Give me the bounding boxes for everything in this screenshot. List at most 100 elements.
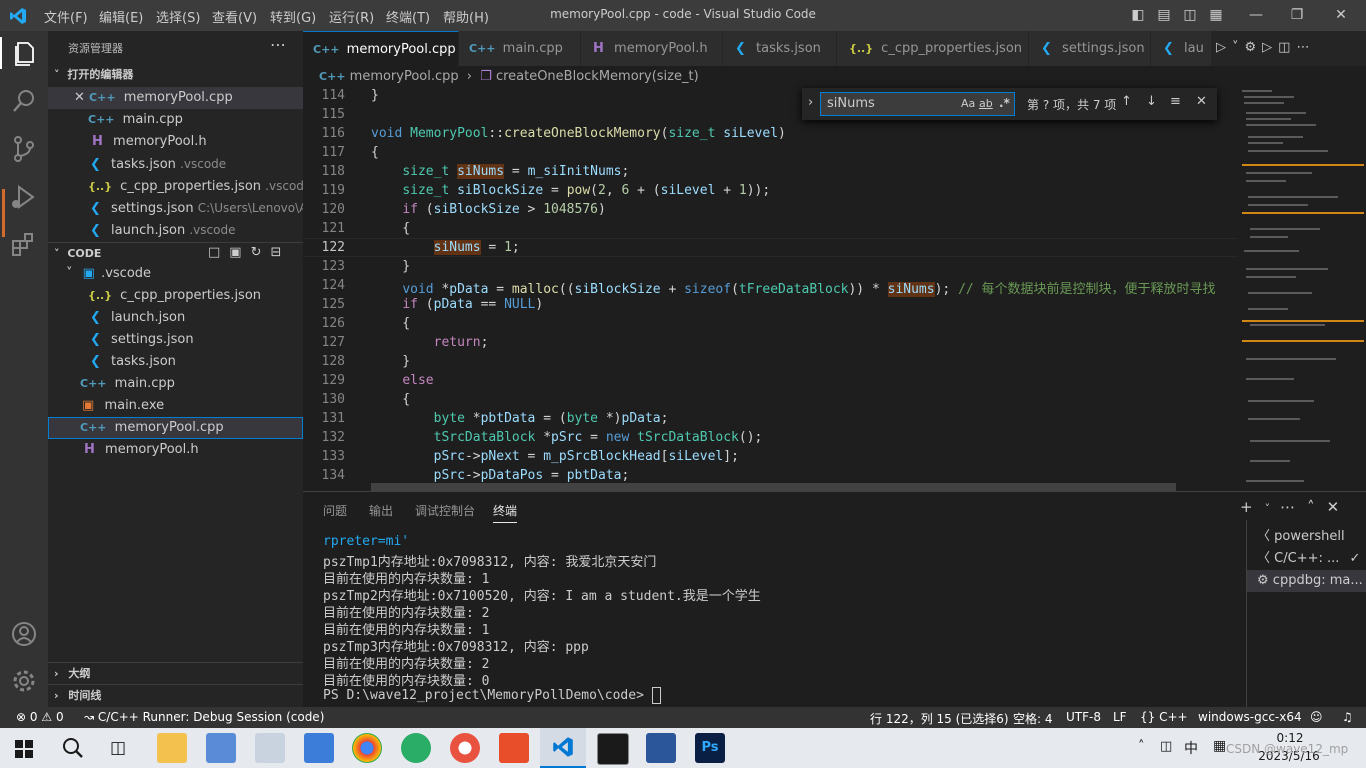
match-case-icon[interactable]: Aa: [961, 97, 975, 110]
close-find-icon[interactable]: ✕: [1196, 94, 1207, 109]
run-debug-icon[interactable]: [8, 181, 40, 213]
use-regex-icon[interactable]: .*: [999, 96, 1010, 110]
menu-go[interactable]: 转到(G): [270, 7, 316, 26]
toggle-secondary-sidebar-icon[interactable]: ◫: [1179, 4, 1201, 26]
tab-memorypool-cpp[interactable]: C++ memoryPool.cpp ✕: [303, 31, 459, 67]
menu-help[interactable]: 帮助(H): [443, 7, 489, 26]
feedback-icon[interactable]: ☺: [1310, 710, 1323, 724]
app-icon[interactable]: [450, 733, 480, 763]
keyboard-icon[interactable]: ▦: [1213, 738, 1226, 754]
new-file-icon[interactable]: □: [208, 245, 229, 260]
breadcrumb-file[interactable]: memoryPool.cpp: [350, 69, 459, 84]
close-panel-icon[interactable]: ✕: [1327, 498, 1352, 516]
timeline-section[interactable]: › 时间线: [48, 684, 303, 707]
search-icon[interactable]: [62, 737, 84, 759]
terminal-item[interactable]: 〈 C/C++: ... ✓: [1247, 548, 1366, 570]
refresh-icon[interactable]: ↻: [251, 245, 271, 260]
tab-output[interactable]: 输出: [369, 502, 393, 519]
previous-match-icon[interactable]: ↑: [1121, 94, 1132, 109]
tab-debug-console[interactable]: 调试控制台: [415, 502, 475, 519]
cpp-configuration[interactable]: windows-gcc-x64: [1198, 710, 1302, 724]
more-actions-icon[interactable]: ⋯: [270, 35, 286, 54]
close-icon[interactable]: ✕: [74, 90, 85, 105]
runner-status[interactable]: ↝ C/C++ Runner: Debug Session (code): [84, 710, 324, 724]
more-actions-icon[interactable]: ⋯: [1280, 498, 1307, 516]
open-editor-item[interactable]: ❮ settings.json C:\Users\Lenovo\Ap...: [48, 197, 303, 219]
search-icon[interactable]: [8, 85, 40, 117]
cursor-position[interactable]: 行 122，列 15 (已选择6): [870, 710, 1009, 727]
tree-item[interactable]: {..} c_cpp_properties.json: [48, 285, 303, 307]
explorer-icon[interactable]: [8, 37, 40, 69]
tab-problems[interactable]: 问题: [323, 502, 347, 519]
terminal-app-icon[interactable]: [597, 733, 629, 765]
end-of-line[interactable]: LF: [1113, 710, 1127, 724]
tab-launch-json[interactable]: ❮ lau: [1151, 31, 1212, 66]
source-control-icon[interactable]: [8, 133, 40, 165]
next-match-icon[interactable]: ↓: [1146, 94, 1157, 109]
network-icon[interactable]: ◫: [1160, 739, 1172, 754]
restore-icon[interactable]: ❐: [1286, 4, 1308, 26]
customize-layout-icon[interactable]: ▦: [1205, 4, 1227, 26]
tree-item-selected[interactable]: C++ memoryPool.cpp: [48, 417, 303, 439]
open-editor-item[interactable]: ❮ launch.json .vscode: [48, 219, 303, 241]
app-icon[interactable]: [206, 733, 236, 763]
breadcrumb-symbol[interactable]: createOneBlockMemory(size_t): [496, 69, 699, 84]
open-editor-item[interactable]: C++ main.cpp: [48, 109, 303, 131]
tree-item[interactable]: ❮ tasks.json: [48, 351, 303, 373]
encoding[interactable]: UTF-8: [1066, 710, 1101, 724]
photoshop-icon[interactable]: Ps: [695, 733, 725, 763]
menu-view[interactable]: 查看(V): [212, 7, 257, 26]
match-whole-word-icon[interactable]: ab: [979, 97, 993, 110]
problems-status[interactable]: ⊗ 0 ⚠ 0: [16, 710, 64, 724]
windows-start-icon[interactable]: [15, 740, 33, 758]
account-icon[interactable]: [8, 618, 40, 650]
tree-folder[interactable]: ˅ ▣ .vscode: [48, 263, 303, 285]
settings-gear-icon[interactable]: ⚙: [1245, 40, 1263, 55]
toggle-replace-chevron-icon[interactable]: ›: [808, 95, 813, 110]
tab-tasks-json[interactable]: ❮ tasks.json: [723, 31, 837, 66]
tab-terminal[interactable]: 终端: [493, 502, 518, 523]
minimap[interactable]: [1238, 88, 1366, 491]
app-icon[interactable]: [499, 733, 529, 763]
more-actions-icon[interactable]: ⋯: [1296, 40, 1315, 55]
chevron-down-icon[interactable]: ˅: [1265, 502, 1281, 515]
terminal-item[interactable]: 〈 powershell: [1247, 526, 1366, 548]
wechat-icon[interactable]: [401, 733, 431, 763]
open-editors-section[interactable]: ˅ 打开的编辑器: [48, 64, 303, 86]
app-icon[interactable]: [304, 733, 334, 763]
maximize-panel-icon[interactable]: ˄: [1307, 498, 1327, 516]
tree-item[interactable]: H memoryPool.h: [48, 439, 303, 461]
find-input[interactable]: siNums Aa ab .*: [820, 92, 1015, 116]
menu-terminal[interactable]: 终端(T): [386, 7, 430, 26]
app-icon[interactable]: [255, 733, 285, 763]
open-editor-item[interactable]: ✕ C++ memoryPool.cpp: [48, 87, 303, 109]
open-editor-item[interactable]: {..} c_cpp_properties.json .vscode: [48, 175, 303, 197]
toggle-sidebar-icon[interactable]: ◧: [1127, 4, 1149, 26]
manage-gear-icon[interactable]: [8, 665, 40, 697]
split-editor-icon[interactable]: ◫: [1278, 40, 1296, 55]
run-icon[interactable]: ▷: [1262, 40, 1278, 55]
outline-section[interactable]: › 大纲: [48, 662, 303, 685]
minimize-icon[interactable]: —: [1245, 4, 1267, 26]
tree-item[interactable]: C++ main.cpp: [48, 373, 303, 395]
menu-selection[interactable]: 选择(S): [156, 7, 200, 26]
word-icon[interactable]: [646, 733, 676, 763]
indentation[interactable]: 空格: 4: [1013, 710, 1053, 727]
tab-settings-json[interactable]: ❮ settings.json: [1029, 31, 1151, 66]
ime-indicator[interactable]: 中: [1184, 738, 1198, 758]
task-view-icon[interactable]: ◫: [110, 738, 126, 758]
collapse-all-icon[interactable]: ⊟: [271, 245, 291, 260]
run-dropdown-icon[interactable]: ▷˅: [1216, 40, 1245, 55]
open-editor-item[interactable]: H memoryPool.h: [48, 131, 303, 153]
chrome-icon[interactable]: [352, 733, 382, 763]
close-window-icon[interactable]: ✕: [1330, 4, 1352, 26]
open-editor-item[interactable]: ❮ tasks.json .vscode: [48, 153, 303, 175]
tab-main-cpp[interactable]: C++ main.cpp: [459, 31, 581, 66]
find-in-selection-icon[interactable]: ≡: [1170, 94, 1181, 109]
new-folder-icon[interactable]: ▣: [229, 245, 250, 260]
show-hidden-icons-icon[interactable]: ˄: [1138, 739, 1145, 754]
extensions-icon[interactable]: [8, 229, 40, 261]
tree-item[interactable]: ▣ main.exe: [48, 395, 303, 417]
language-mode[interactable]: {} C++: [1140, 710, 1188, 724]
new-terminal-icon[interactable]: +: [1240, 498, 1265, 516]
